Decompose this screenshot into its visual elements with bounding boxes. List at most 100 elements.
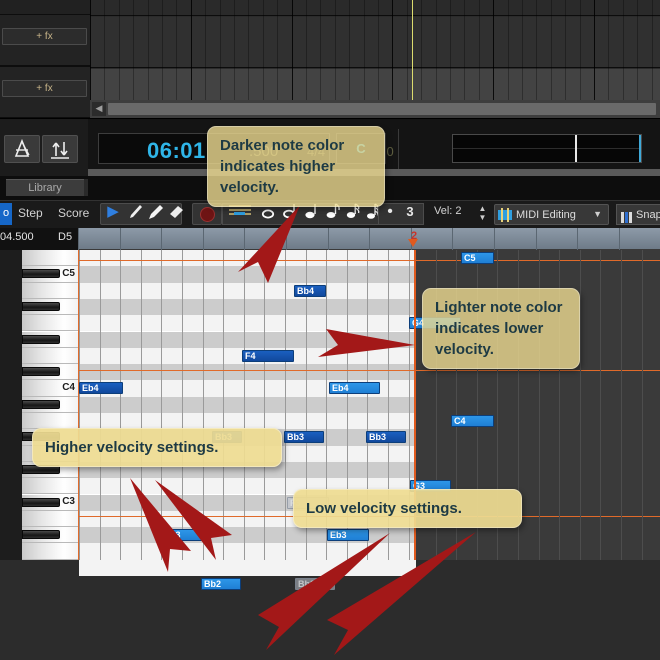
tab-shadow (84, 179, 88, 196)
gridline (608, 0, 610, 100)
scrollbar-thumb[interactable] (108, 103, 656, 115)
grid-column (161, 250, 163, 560)
record-dot-icon[interactable] (200, 207, 215, 222)
grid-row[interactable] (79, 315, 416, 332)
up-down-arrow-icon[interactable] (42, 135, 78, 163)
meter-split (575, 135, 577, 162)
piano-black-key[interactable] (22, 367, 60, 377)
piano-black-key[interactable] (22, 497, 60, 507)
ruler-tick (202, 228, 204, 250)
midi-note[interactable]: C4 (451, 415, 494, 427)
paintbrush-icon[interactable] (146, 201, 166, 223)
grid-row[interactable] (79, 543, 416, 560)
grid-row[interactable] (79, 250, 416, 267)
midi-note[interactable]: C5 (461, 252, 494, 264)
tab-step[interactable]: Step (18, 203, 43, 225)
gridline (320, 0, 322, 100)
ruler-tick (369, 228, 371, 250)
gridline (291, 0, 293, 100)
snap-control[interactable]: Snap (616, 204, 660, 225)
midi-note[interactable]: Bb3 (366, 431, 406, 444)
dotted-note-icon[interactable]: • (380, 201, 400, 223)
piano-white-key[interactable] (22, 282, 78, 299)
piano-white-key[interactable] (22, 413, 78, 430)
piano-white-key[interactable] (22, 250, 78, 267)
grid-row[interactable] (79, 559, 416, 576)
triplet-icon[interactable]: 3 (400, 201, 420, 223)
meter-divider (453, 148, 641, 149)
grid-row[interactable] (79, 413, 416, 430)
track-lanes[interactable] (90, 0, 660, 100)
pencil-icon[interactable] (126, 201, 146, 223)
midi-note[interactable]: Bb4 (294, 284, 326, 297)
spinner-up-down-icon[interactable]: ▲ ▼ (478, 204, 487, 224)
editing-mode-select[interactable]: MIDI Editing ▼ (494, 204, 609, 225)
horizontal-scrollbar[interactable]: ◀ (90, 100, 660, 118)
meter-split (639, 135, 641, 162)
octave-divider (79, 260, 416, 261)
tab-score[interactable]: Score (58, 203, 89, 225)
timeline-ruler[interactable]: 2 (78, 228, 660, 250)
gridline (118, 0, 120, 100)
piano-keyboard[interactable]: C5 C4 C3 (22, 250, 78, 560)
grid-column (243, 250, 245, 560)
loop-marker-icon[interactable] (408, 239, 418, 247)
piano-black-key[interactable] (22, 399, 60, 409)
piano-white-key[interactable] (22, 478, 78, 495)
clock-position: 06:01 (147, 138, 206, 163)
gridline (594, 0, 595, 100)
metronome-icon[interactable] (4, 135, 40, 163)
playhead[interactable] (412, 0, 413, 100)
midi-note[interactable]: F4 (242, 349, 294, 362)
gridline (90, 0, 91, 100)
mode-badge[interactable]: o (0, 203, 12, 225)
midi-note[interactable]: Bb2 (201, 578, 241, 590)
piano-white-key[interactable] (22, 347, 78, 365)
grid-row[interactable] (79, 266, 416, 283)
grid-row[interactable] (79, 298, 416, 316)
transport-left-controls (0, 119, 88, 176)
piano-black-key[interactable] (22, 301, 60, 311)
ruler-tick (161, 228, 163, 250)
play-icon[interactable]: ▶ (102, 201, 124, 223)
track-row[interactable]: + fx (0, 14, 90, 66)
grid-column (99, 250, 101, 560)
piano-octave-label: C5 (62, 268, 75, 279)
track-row[interactable]: + fx (0, 66, 90, 118)
grid-row[interactable] (79, 364, 416, 381)
grid-column (120, 250, 122, 560)
scroll-left-icon[interactable]: ◀ (92, 102, 106, 116)
piano-black-key[interactable] (22, 334, 60, 344)
ruler-tick (452, 228, 454, 250)
eraser-icon[interactable] (166, 201, 186, 223)
piano-black-key[interactable] (22, 269, 60, 279)
gridline (248, 0, 250, 100)
midi-note[interactable]: Eb3 (327, 529, 369, 542)
midi-note[interactable]: Bb2 (295, 578, 335, 590)
chevron-down-icon[interactable]: ▼ (593, 209, 602, 219)
gridline (600, 250, 602, 560)
grid-column (202, 250, 204, 560)
gridline (104, 0, 106, 100)
tab-library[interactable]: Library (6, 179, 84, 196)
piano-black-key[interactable] (22, 530, 60, 540)
grid-column (223, 250, 225, 560)
midi-note[interactable]: Bb3 (284, 431, 324, 444)
add-fx-button[interactable]: + fx (2, 28, 87, 45)
gridline (622, 0, 624, 100)
gridline (306, 0, 307, 100)
midi-note[interactable]: Eb3 (161, 529, 203, 542)
gridline (277, 0, 279, 100)
add-fx-button[interactable]: + fx (2, 80, 87, 97)
gridline (378, 0, 379, 100)
daw-window: + fx + fx ◀ 06:01 Library o Step Score ▶… (0, 0, 660, 660)
midi-note[interactable]: Eb4 (79, 382, 123, 395)
gridline (205, 0, 207, 100)
midi-note[interactable]: Eb4 (329, 382, 380, 395)
grid-row[interactable] (79, 282, 416, 299)
grid-row[interactable] (79, 331, 416, 348)
piano-white-key[interactable] (22, 510, 78, 528)
piano-white-key[interactable] (22, 315, 78, 332)
grid-row[interactable] (79, 396, 416, 413)
piano-white-key[interactable] (22, 543, 78, 560)
